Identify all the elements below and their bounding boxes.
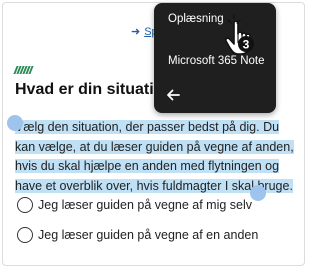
radio-button[interactable] (17, 227, 33, 243)
radio-option-label: Jeg læser guiden på vegne af mig selv (38, 198, 253, 212)
radio-button[interactable] (17, 197, 33, 213)
accent-stripes-icon (13, 66, 34, 74)
back-arrow-icon[interactable] (165, 87, 181, 103)
body-paragraph: Vælg den situation, der passer bedst på … (15, 118, 296, 196)
arrow-right-icon: ➜ (131, 26, 141, 38)
selected-text[interactable]: Vælg den situation, der passer bedst på … (15, 120, 294, 193)
tap-count-label: 3 (243, 38, 250, 52)
selection-start-handle[interactable] (7, 115, 23, 131)
radio-option-other[interactable]: Jeg læser guiden på vegne af en anden (17, 227, 258, 243)
hand-pointer-icon: 3 (224, 14, 254, 55)
section-heading: Hvad er din situati (15, 81, 154, 98)
selection-end-handle[interactable] (250, 185, 266, 201)
menu-item-read-aloud[interactable]: Oplæsning (168, 13, 224, 25)
radio-option-self[interactable]: Jeg læser guiden på vegne af mig selv (17, 197, 252, 213)
radio-option-label: Jeg læser guiden på vegne af en anden (38, 228, 259, 242)
